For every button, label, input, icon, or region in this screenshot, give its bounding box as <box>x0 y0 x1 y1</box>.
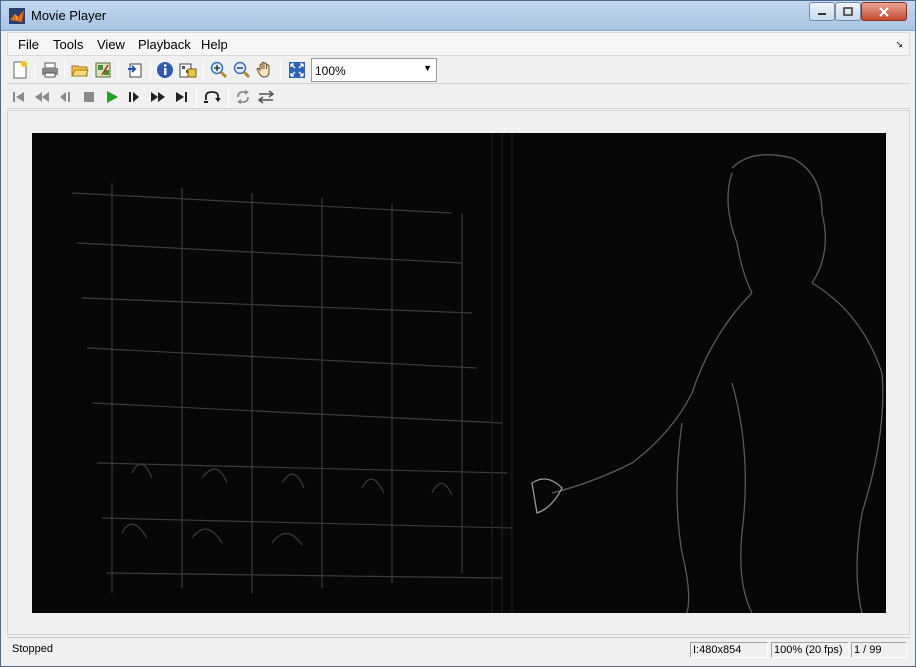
menu-bar: File Tools View Playback Help ↘ <box>7 32 910 56</box>
minimize-icon <box>818 12 826 15</box>
menu-dock-arrow-icon[interactable]: ↘ <box>895 39 903 50</box>
playback-state: Stopped <box>12 643 53 655</box>
step-forward-icon[interactable] <box>124 87 144 107</box>
title-bar[interactable]: Movie Player <box>1 1 915 31</box>
toolbar-separator <box>280 60 281 80</box>
pan-hand-icon[interactable] <box>255 60 275 80</box>
export-frame-icon[interactable] <box>125 60 145 80</box>
play-icon[interactable] <box>102 87 122 107</box>
colormap-icon[interactable] <box>178 60 198 80</box>
stop-icon[interactable] <box>79 87 99 107</box>
minimize-button[interactable] <box>809 2 835 21</box>
close-button[interactable] <box>861 2 907 21</box>
open-folder-icon[interactable] <box>70 60 90 80</box>
zoom-level-value: 100% <box>315 64 346 78</box>
frame-size-readout: I:480x854 <box>690 642 768 658</box>
menu-playback[interactable]: Playback <box>138 37 191 52</box>
print-icon[interactable] <box>40 60 60 80</box>
fit-to-window-icon[interactable] <box>287 60 307 80</box>
new-document-icon[interactable] <box>10 60 30 80</box>
toolbar-separator <box>196 87 197 107</box>
menu-help[interactable]: Help <box>201 37 228 52</box>
toolbar-separator <box>118 60 119 80</box>
movie-player-window: Movie Player File Tools View Playback He… <box>0 0 916 667</box>
toolbar-separator <box>150 60 151 80</box>
frame-rate-readout: 100% (20 fps) <box>771 642 849 658</box>
zoom-out-icon[interactable] <box>232 60 252 80</box>
palindrome-icon[interactable] <box>256 87 276 107</box>
menu-view[interactable]: View <box>97 37 125 52</box>
close-icon <box>879 6 889 17</box>
zoom-level-select[interactable]: 100% ▼ <box>311 58 437 82</box>
zoom-in-icon[interactable] <box>209 60 229 80</box>
chevron-down-icon[interactable]: ▼ <box>423 63 432 73</box>
import-icon[interactable] <box>93 60 113 80</box>
matlab-logo-icon <box>9 8 25 24</box>
toolbar-separator <box>64 60 65 80</box>
playback-toolbar <box>7 85 910 109</box>
maximize-icon <box>843 7 853 16</box>
maximize-button[interactable] <box>835 2 861 21</box>
main-toolbar: 100% ▼ <box>7 57 910 84</box>
edge-filtered-video-image <box>71 133 884 613</box>
loop-icon[interactable] <box>233 87 253 107</box>
info-icon[interactable] <box>155 60 175 80</box>
step-back-icon[interactable] <box>55 87 75 107</box>
menu-file[interactable]: File <box>18 37 39 52</box>
menu-tools[interactable]: Tools <box>53 37 83 52</box>
fast-forward-icon[interactable] <box>148 87 168 107</box>
frame-counter: 1 / 99 <box>851 642 907 658</box>
first-frame-icon[interactable] <box>9 87 29 107</box>
toolbar-separator <box>228 87 229 107</box>
toolbar-separator <box>34 60 35 80</box>
last-frame-icon[interactable] <box>171 87 191 107</box>
window-title: Movie Player <box>31 8 107 23</box>
jump-to-icon[interactable] <box>202 87 222 107</box>
video-frame[interactable] <box>32 133 886 613</box>
rewind-icon[interactable] <box>32 87 52 107</box>
toolbar-separator <box>203 60 204 80</box>
status-bar: Stopped I:480x854 100% (20 fps) 1 / 99 <box>7 637 910 661</box>
